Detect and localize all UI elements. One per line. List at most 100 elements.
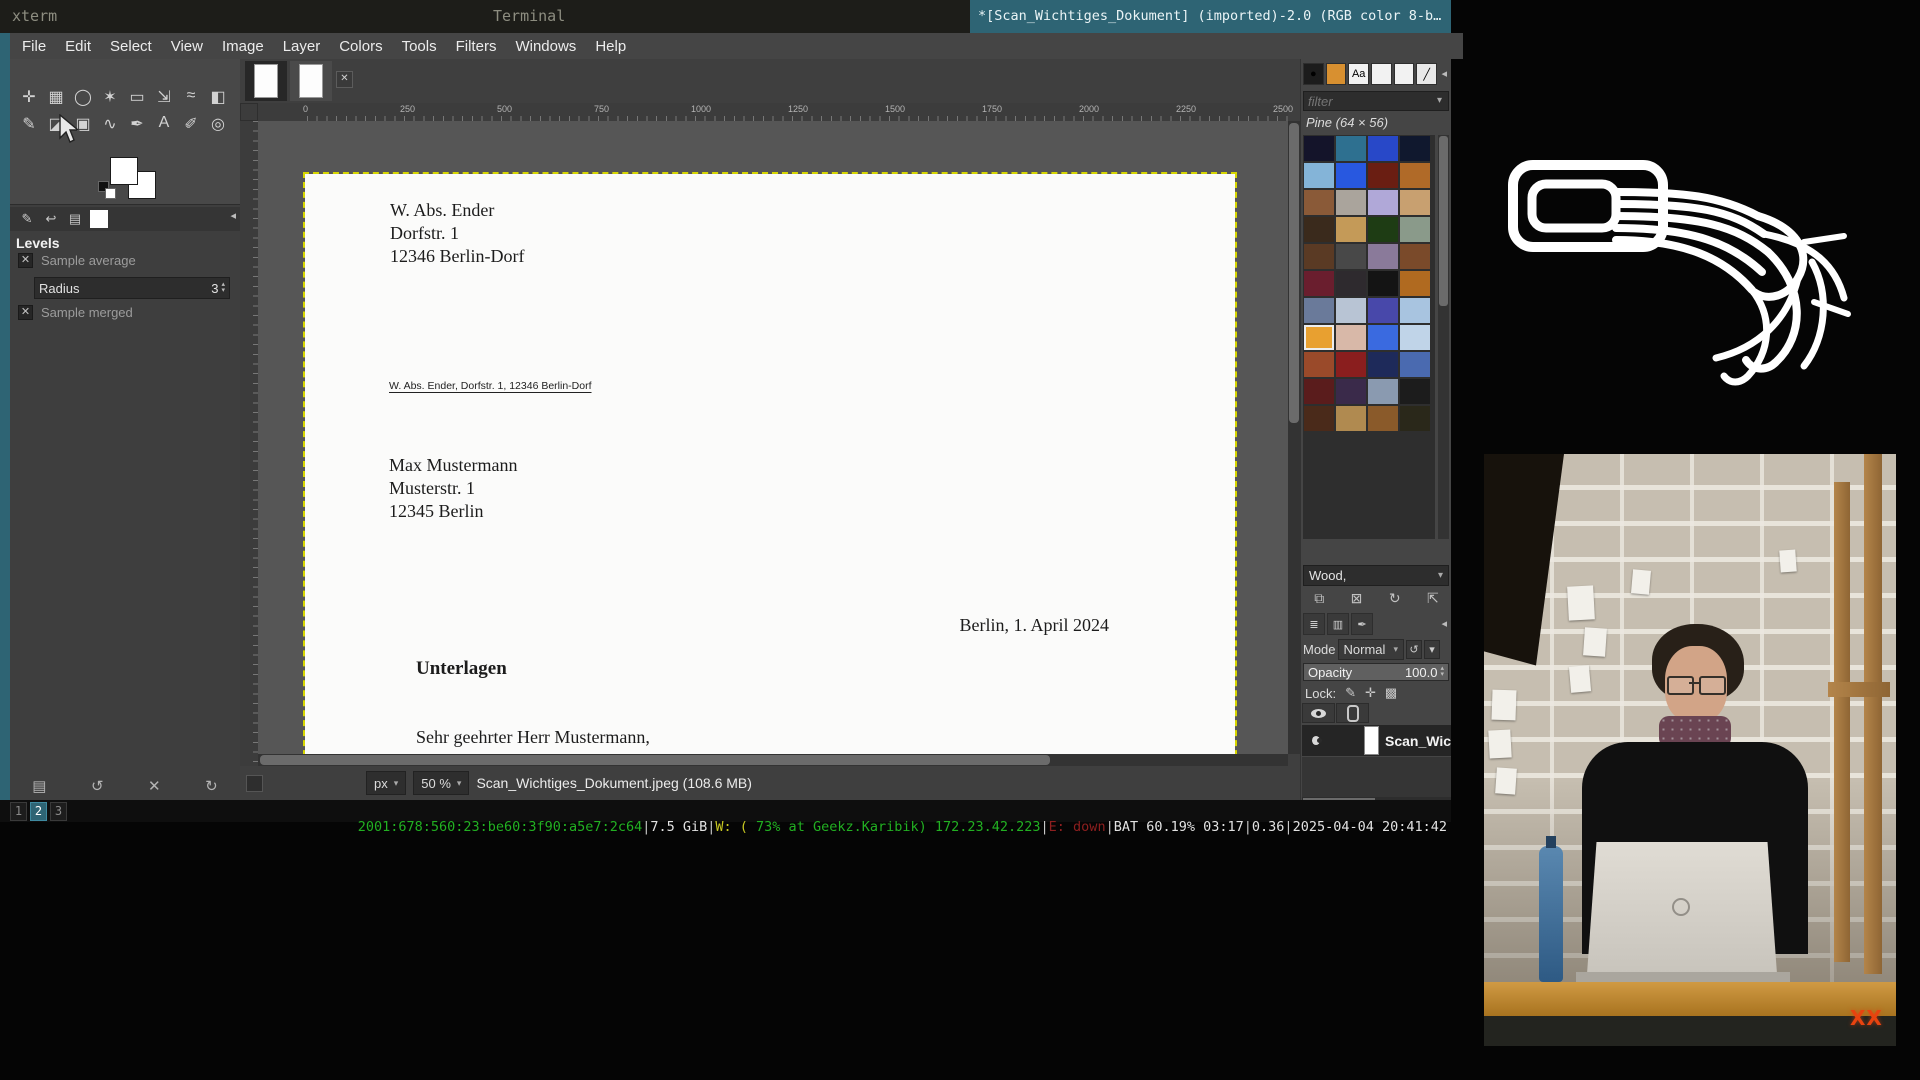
sample-merged-row[interactable]: Sample merged: [18, 305, 133, 320]
text-tool-icon[interactable]: A: [155, 114, 173, 134]
document-page[interactable]: W. Abs. EnderDorfstr. 112346 Berlin-Dorf…: [305, 174, 1235, 754]
opacity-slider[interactable]: Opacity 100.0 ▴▾: [1303, 663, 1449, 681]
image-tab[interactable]: [290, 61, 332, 101]
pattern-swatch[interactable]: [1400, 406, 1430, 431]
scrollbar-thumb[interactable]: [260, 755, 1050, 765]
pattern-swatch[interactable]: [1304, 217, 1334, 242]
pattern-swatch[interactable]: [1304, 244, 1334, 269]
dock-menu-icon[interactable]: ◂: [1441, 67, 1447, 80]
reset-tool-icon[interactable]: ↻: [205, 777, 218, 795]
lock-position-icon[interactable]: ✛: [1365, 685, 1376, 701]
pointer-tab-icon[interactable]: ▤: [66, 210, 84, 228]
image-viewport[interactable]: W. Abs. EnderDorfstr. 112346 Berlin-Dorf…: [258, 121, 1288, 754]
pattern-swatch[interactable]: [1336, 379, 1366, 404]
pattern-swatch[interactable]: [1400, 136, 1430, 161]
sample-average-row[interactable]: Sample average: [18, 253, 136, 268]
fg-color-tab-swatch[interactable]: [90, 210, 108, 228]
pattern-swatch[interactable]: [1368, 325, 1398, 350]
menu-item[interactable]: Windows: [515, 38, 576, 55]
document-tab-icon[interactable]: [1394, 63, 1415, 85]
pattern-swatch[interactable]: [1400, 379, 1430, 404]
vertical-scrollbar[interactable]: [1288, 121, 1300, 754]
pattern-scrollbar[interactable]: [1438, 135, 1449, 539]
mode-reset-icon[interactable]: ↺: [1406, 640, 1422, 659]
dock-menu-icon[interactable]: ◂: [1441, 617, 1447, 630]
pattern-swatch[interactable]: [1336, 136, 1366, 161]
tab-gimp-active[interactable]: *[Scan_Wichtiges_Dokument] (imported)-2.…: [970, 0, 1451, 33]
pattern-swatch[interactable]: [1304, 352, 1334, 377]
pattern-swatch[interactable]: [1304, 298, 1334, 323]
tab-xterm[interactable]: xterm: [12, 7, 57, 25]
undo-history-tab-icon[interactable]: ↩: [42, 210, 60, 228]
pattern-swatch[interactable]: [1368, 163, 1398, 188]
vertical-ruler[interactable]: [240, 121, 258, 766]
pattern-swatch[interactable]: [1336, 298, 1366, 323]
pattern-swatch[interactable]: [1368, 271, 1398, 296]
checkbox-checked-icon[interactable]: [18, 253, 33, 268]
menu-item[interactable]: Edit: [65, 38, 91, 55]
radius-value[interactable]: 3: [211, 281, 218, 296]
transform-tool-icon[interactable]: ⇲: [155, 87, 173, 107]
pattern-swatch[interactable]: [1304, 190, 1334, 215]
pattern-swatch[interactable]: [1336, 271, 1366, 296]
pattern-swatch[interactable]: [1336, 406, 1366, 431]
menu-item[interactable]: Layer: [283, 38, 321, 55]
link-header[interactable]: [1336, 703, 1369, 723]
menu-item[interactable]: Select: [110, 38, 152, 55]
spinner-icon[interactable]: ▴▾: [221, 282, 225, 294]
pattern-filter-input[interactable]: [1303, 91, 1449, 111]
horizontal-scrollbar[interactable]: [258, 754, 1288, 766]
zoom-tool-icon[interactable]: ◎: [209, 114, 227, 134]
move-tool-icon[interactable]: ✛: [20, 87, 38, 107]
delete-pattern-icon[interactable]: ⊠: [1351, 590, 1363, 607]
channels-tab-icon[interactable]: ▥: [1327, 613, 1349, 635]
layers-tab-icon[interactable]: ≣: [1303, 613, 1325, 635]
pattern-swatch[interactable]: [1400, 217, 1430, 242]
lock-alpha-icon[interactable]: ▩: [1385, 685, 1397, 701]
ink-tool-icon[interactable]: ✒: [128, 114, 146, 134]
menu-item[interactable]: Help: [595, 38, 626, 55]
pattern-swatch[interactable]: [1304, 325, 1334, 350]
pattern-swatch[interactable]: [1400, 190, 1430, 215]
mode-select[interactable]: Normal ▾: [1338, 639, 1404, 660]
visibility-header[interactable]: [1302, 703, 1335, 723]
lock-pixels-icon[interactable]: ✎: [1345, 685, 1356, 701]
pattern-swatch[interactable]: [1368, 379, 1398, 404]
ruler-corner[interactable]: [240, 103, 258, 121]
chevron-down-icon[interactable]: ▾: [1424, 640, 1440, 659]
tab-terminal[interactable]: Terminal: [493, 7, 565, 25]
paths-tab-icon[interactable]: ✒: [1351, 613, 1373, 635]
tool-options-tab-icon[interactable]: ✎: [18, 210, 36, 228]
pattern-swatch[interactable]: [1400, 298, 1430, 323]
dock-menu-icon[interactable]: ◂: [230, 209, 236, 222]
restore-preset-icon[interactable]: ↺: [91, 777, 104, 795]
pattern-swatch[interactable]: [1368, 244, 1398, 269]
patterns-tab-icon[interactable]: [1326, 63, 1347, 85]
refresh-patterns-icon[interactable]: ↻: [1389, 590, 1401, 607]
pattern-swatch[interactable]: [1304, 406, 1334, 431]
image-tab-active[interactable]: [245, 61, 287, 101]
pattern-swatch[interactable]: [1304, 379, 1334, 404]
workspace-button[interactable]: 3: [50, 802, 67, 821]
pattern-swatch[interactable]: [1400, 244, 1430, 269]
pattern-swatch[interactable]: [1368, 136, 1398, 161]
layer-name[interactable]: Scan_Wic: [1385, 733, 1451, 749]
bucket-fill-tool-icon[interactable]: ◧: [209, 87, 227, 107]
menu-item[interactable]: Image: [222, 38, 264, 55]
rect-select-tool-icon[interactable]: ▦: [47, 87, 65, 107]
layer-row[interactable]: Scan_Wic: [1302, 725, 1451, 756]
fg-color-swatch[interactable]: [110, 157, 138, 185]
paintbrush-tool-icon[interactable]: ✎: [20, 114, 38, 134]
fonts-tab-icon[interactable]: Aa: [1348, 63, 1369, 85]
pattern-swatch[interactable]: [1304, 163, 1334, 188]
save-preset-icon[interactable]: ▤: [32, 777, 46, 795]
workspace-button[interactable]: 2: [30, 802, 47, 821]
duplicate-pattern-icon[interactable]: ⧉: [1314, 590, 1324, 607]
menu-item[interactable]: Colors: [339, 38, 382, 55]
fg-bg-colors[interactable]: [98, 155, 168, 201]
pattern-swatch[interactable]: [1400, 325, 1430, 350]
pattern-swatch[interactable]: [1400, 352, 1430, 377]
pattern-swatch[interactable]: [1336, 217, 1366, 242]
horizontal-ruler[interactable]: 02505007501000125015001750200022502500: [258, 103, 1288, 121]
color-picker-tool-icon[interactable]: ✐: [182, 114, 200, 134]
